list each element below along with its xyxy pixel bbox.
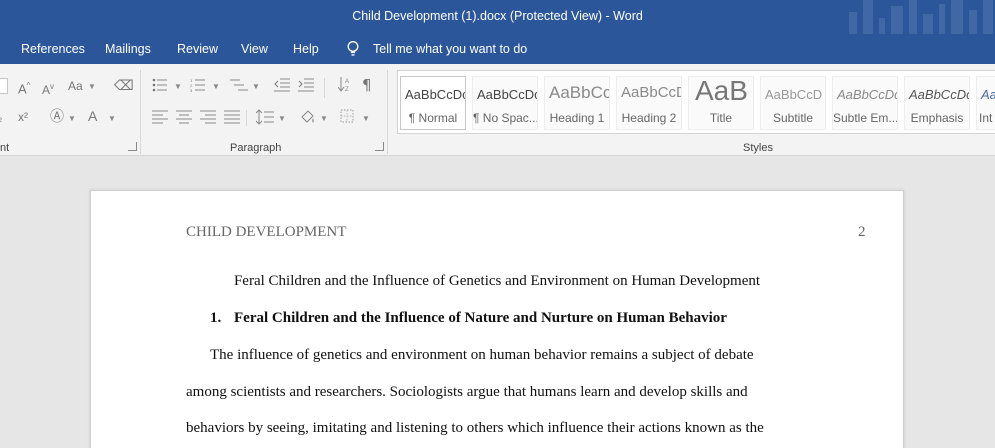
heading-1: 1. Feral Children and the Influence of Na… [210,310,727,327]
grow-font-icon[interactable]: A^ [18,79,30,96]
style-subtitle[interactable]: AaBbCcD Subtitle [760,76,826,130]
change-case-icon[interactable]: Aa [68,79,83,93]
style-preview: AaBbCcD [765,87,823,102]
style-preview: AaB [695,76,748,106]
justify-icon[interactable] [224,110,240,124]
style-name: ¶ No Spac... [473,111,538,125]
text-effects-icon[interactable]: Ⓐ [50,109,64,123]
paragraph-dialog-launcher-icon[interactable] [375,142,384,151]
style-preview: AaBbCcD [621,84,682,101]
borders-icon[interactable] [340,109,354,123]
pilcrow-icon[interactable]: ¶ [362,76,374,92]
style-preview: AaBbCcDc [477,87,538,102]
title-bar: Child Development (1).docx (Protected Vi… [0,0,995,34]
style-name: Emphasis [910,111,964,125]
chevron-down-icon[interactable]: ▼ [252,82,260,91]
styles-group-label: Styles [743,142,773,154]
lightbulb-icon[interactable] [345,40,361,58]
tab-help[interactable]: Help [293,42,319,56]
chevron-down-icon[interactable]: ▼ [278,114,286,123]
subscript-icon[interactable]: ₂ [0,111,2,125]
body-line: behaviors by seeing, imitating and liste… [186,420,764,436]
align-left-icon[interactable] [152,110,168,124]
tab-view[interactable]: View [241,42,268,56]
line-spacing-icon[interactable] [256,109,274,125]
style-name: Heading 2 [621,111,677,125]
document-page[interactable]: CHILD DEVELOPMENT 2 Feral Children and t… [90,190,904,448]
style-name: Int [979,111,993,125]
multilevel-list-icon[interactable] [230,78,248,92]
body-line: among scientists and researchers. Sociol… [186,384,748,400]
group-divider [140,70,141,154]
style-heading-2[interactable]: AaBbCcD Heading 2 [616,76,682,130]
group-divider [324,78,325,98]
shrink-font-icon[interactable]: Av [42,80,54,97]
chevron-down-icon[interactable]: ▼ [88,82,96,91]
tab-review[interactable]: Review [177,42,218,56]
style-intense-emphasis[interactable]: AaBbCcDc Int [976,76,995,130]
body-line: The influence of genetics and environmen… [210,347,754,363]
chevron-down-icon[interactable]: ▼ [108,114,116,123]
font-color-icon[interactable]: A [88,109,97,123]
svg-text:A: A [345,79,349,85]
font-group-label: nt [0,142,10,154]
document-canvas[interactable]: CHILD DEVELOPMENT 2 Feral Children and t… [0,157,995,448]
style-title[interactable]: AaB Title [688,76,754,130]
style-preview: AaBbCcDc [909,87,970,102]
ribbon: A^ Av Aa ▼ ⌫ ₂ x² Ⓐ ▼ A ▼ nt ▼ 1 2 3 ▼ ▼ [0,64,995,156]
style-name: Subtitle [772,111,814,125]
heading-text: Feral Children and the Influence of Natu… [234,310,727,326]
tell-me-search[interactable]: Tell me what you want to do [373,42,527,56]
style-normal[interactable]: AaBbCcDc ¶ Normal [400,76,466,130]
style-name: Subtle Em... [833,111,898,125]
font-dialog-launcher-icon[interactable] [128,142,137,151]
align-right-icon[interactable] [200,110,216,124]
superscript-icon[interactable]: x² [18,110,28,124]
svg-text:¶: ¶ [362,76,372,92]
group-divider [387,70,388,154]
style-preview: AaBbCcDc [837,87,898,102]
style-preview: AaBbCcDc [405,87,466,102]
increase-indent-icon[interactable] [298,77,314,93]
style-preview: AaBbCcDc [981,87,995,102]
page-number: 2 [858,224,866,240]
tab-mailings[interactable]: Mailings [105,42,151,56]
style-emphasis[interactable]: AaBbCcDc Emphasis [904,76,970,130]
tab-references[interactable]: References [21,42,85,56]
document-title: Feral Children and the Influence of Gene… [233,273,761,289]
chevron-down-icon[interactable]: ▼ [212,82,220,91]
shading-icon[interactable] [300,109,316,125]
style-name: ¶ Normal [408,111,458,125]
font-size-box[interactable] [0,78,8,94]
running-head: CHILD DEVELOPMENT [186,224,347,240]
bullets-icon[interactable] [152,78,168,92]
style-heading-1[interactable]: AaBbCc Heading 1 [544,76,610,130]
clear-formatting-icon[interactable]: ⌫ [114,78,134,92]
style-preview: AaBbCc [549,83,610,102]
style-no-spacing[interactable]: AaBbCcDc ¶ No Spac... [472,76,538,130]
style-subtle-emphasis[interactable]: AaBbCcDc Subtle Em... [832,76,898,130]
group-divider [246,110,247,126]
chevron-down-icon[interactable]: ▼ [362,114,370,123]
style-name: Heading 1 [549,111,605,125]
sort-icon[interactable]: AZ [338,76,352,92]
title-bar-pattern [845,0,995,34]
svg-text:Z: Z [345,87,349,92]
paragraph-group-label: Paragraph [230,142,282,154]
decrease-indent-icon[interactable] [274,77,290,93]
svg-text:3: 3 [190,88,193,92]
style-name: Title [709,111,733,125]
numbering-icon[interactable]: 1 2 3 [190,78,206,92]
styles-gallery: AaBbCcDc ¶ Normal AaBbCcDc ¶ No Spac... … [397,70,995,134]
align-center-icon[interactable] [176,110,192,124]
chevron-down-icon[interactable]: ▼ [174,82,182,91]
chevron-down-icon[interactable]: ▼ [68,114,76,123]
ribbon-tabs: References Mailings Review View Help Tel… [0,34,995,64]
chevron-down-icon[interactable]: ▼ [320,114,328,123]
heading-number: 1. [210,310,222,326]
